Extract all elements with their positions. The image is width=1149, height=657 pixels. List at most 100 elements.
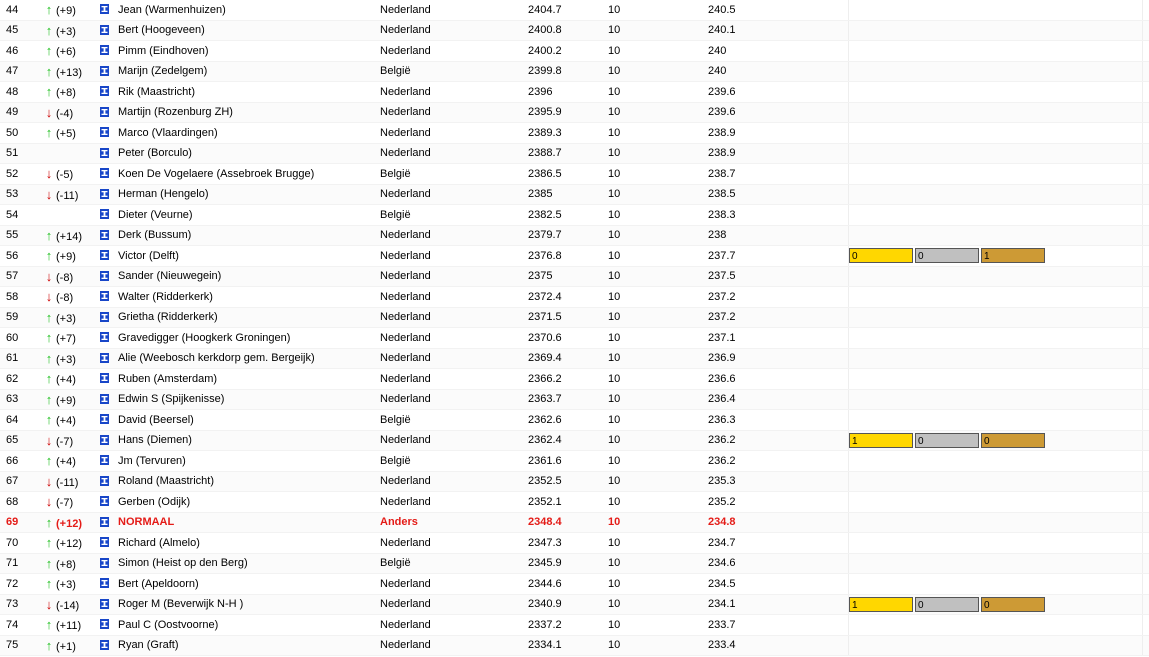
player-name[interactable]: Ruben (Amsterdam) (118, 373, 217, 385)
score: 2361.6 (528, 454, 562, 467)
rank-cell: 62 (0, 368, 44, 390)
rank-value: 67 (6, 475, 19, 488)
country: Nederland (380, 434, 431, 447)
country-cell: België (380, 450, 528, 472)
arrow-up-icon: ↑ (45, 535, 53, 551)
player-name[interactable]: Paul C (Oostvoorne) (118, 619, 218, 631)
player-name[interactable]: Gravedigger (Hoogkerk Groningen) (118, 332, 290, 344)
score: 2379.7 (528, 229, 562, 242)
arrow-down-icon: ↓ (45, 432, 53, 448)
table-row: 52 ↓ (-5) Koen De Vogelaere (Assebroek Br… (0, 163, 1149, 185)
player-name[interactable]: Ryan (Graft) (118, 639, 179, 651)
player-name[interactable]: Herman (Hengelo) (118, 188, 208, 200)
game-icon-cell (100, 553, 118, 574)
player-name-cell: Koen De Vogelaere (Assebroek Brugge) (118, 163, 380, 185)
player-name[interactable]: Jm (Tervuren) (118, 455, 186, 467)
rank-value: 75 (6, 639, 19, 652)
country: Nederland (380, 393, 431, 406)
player-name[interactable]: Hans (Diemen) (118, 434, 192, 446)
average-cell: 238.9 (708, 143, 849, 164)
rank-value: 72 (6, 577, 19, 590)
rank-cell: 71 (0, 553, 44, 574)
player-name[interactable]: Walter (Ridderkerk) (118, 291, 213, 303)
rank-change-cell: ↑ (+6) (44, 40, 100, 62)
player-name[interactable]: Martijn (Rozenburg ZH) (118, 106, 233, 118)
rank-cell: 74 (0, 614, 44, 636)
game-icon-cell (100, 512, 118, 533)
game-icon (100, 86, 109, 97)
game-icon (100, 311, 109, 322)
medals-cell (848, 225, 1143, 246)
player-name-cell: Alie (Weebosch kerkdorp gem. Bergeijk) (118, 348, 380, 369)
country-cell: Nederland (380, 348, 528, 369)
player-name[interactable]: Victor (Delft) (118, 250, 179, 262)
score: 2395.9 (528, 106, 562, 119)
rank-change: (+8) (56, 87, 76, 100)
arrow-up-icon: ↑ (45, 576, 53, 592)
player-name[interactable]: Jean (Warmenhuizen) (118, 4, 226, 16)
rank-change: (+9) (56, 394, 76, 407)
player-name[interactable]: Derk (Bussum) (118, 229, 191, 241)
bronze-medal-count: 0 (981, 432, 1045, 448)
country-cell: Nederland (380, 225, 528, 246)
games: 10 (608, 577, 621, 590)
player-name[interactable]: Peter (Borculo) (118, 147, 192, 159)
rank-value: 65 (6, 434, 19, 447)
score: 2348.4 (528, 516, 562, 529)
table-row: 63 ↑ (+9) Edwin S (Spijkenisse) Nederland… (0, 389, 1149, 410)
player-name[interactable]: Alie (Weebosch kerkdorp gem. Bergeijk) (118, 352, 315, 364)
player-name[interactable]: Marco (Vlaardingen) (118, 127, 218, 139)
average-cell: 233.7 (708, 614, 849, 636)
country-cell: Nederland (380, 286, 528, 308)
table-row: 74 ↑ (+11) Paul C (Oostvoorne) Nederland … (0, 614, 1149, 636)
average-cell: 234.5 (708, 573, 849, 595)
rank-cell: 48 (0, 81, 44, 103)
country-cell: Nederland (380, 266, 528, 287)
score-cell: 2395.9 (528, 102, 608, 123)
player-name[interactable]: Koen De Vogelaere (Assebroek Brugge) (118, 168, 314, 180)
games-cell: 10 (608, 635, 708, 656)
games: 10 (608, 475, 621, 488)
game-icon-cell (100, 430, 118, 451)
player-name[interactable]: Roland (Maastricht) (118, 475, 214, 487)
silver-medal-count: 0 (915, 248, 979, 264)
game-icon (100, 24, 109, 35)
average-cell: 236.6 (708, 368, 849, 390)
score: 2334.1 (528, 639, 562, 652)
player-name[interactable]: Pimm (Eindhoven) (118, 45, 208, 57)
arrow-down-icon: ↓ (45, 596, 53, 612)
player-name[interactable]: NORMAAL (118, 516, 174, 528)
rank-value: 49 (6, 106, 19, 119)
player-name[interactable]: Bert (Hoogeveen) (118, 24, 205, 36)
player-name[interactable]: Bert (Apeldoorn) (118, 578, 199, 590)
rank-change: (-11) (56, 476, 79, 489)
average: 238.5 (708, 188, 736, 201)
player-name[interactable]: David (Beersel) (118, 414, 194, 426)
empty-cell (1142, 20, 1149, 41)
player-name[interactable]: Sander (Nieuwegein) (118, 270, 221, 282)
score-cell: 2345.9 (528, 553, 608, 574)
arrow-down-icon: ↓ (45, 166, 53, 182)
game-icon (100, 65, 109, 76)
player-name[interactable]: Simon (Heist op den Berg) (118, 557, 248, 569)
player-name[interactable]: Marijn (Zedelgem) (118, 65, 207, 77)
game-icon (100, 250, 109, 261)
rank-cell: 50 (0, 122, 44, 144)
games: 10 (608, 167, 621, 180)
rank-change: (+12) (56, 517, 82, 530)
country-cell: Anders (380, 512, 528, 533)
player-name[interactable]: Roger M (Beverwijk N-H ) (118, 598, 243, 610)
country-cell: Nederland (380, 40, 528, 62)
player-name[interactable]: Grietha (Ridderkerk) (118, 311, 218, 323)
player-name[interactable]: Richard (Almelo) (118, 537, 200, 549)
score: 2370.6 (528, 331, 562, 344)
country: Nederland (380, 290, 431, 303)
player-name[interactable]: Rik (Maastricht) (118, 86, 195, 98)
player-name[interactable]: Edwin S (Spijkenisse) (118, 393, 224, 405)
arrow-up-icon: ↑ (45, 2, 53, 18)
player-name[interactable]: Dieter (Veurne) (118, 209, 193, 221)
rank-value: 44 (6, 3, 19, 16)
country: Nederland (380, 106, 431, 119)
games-cell: 10 (608, 40, 708, 62)
player-name[interactable]: Gerben (Odijk) (118, 496, 190, 508)
